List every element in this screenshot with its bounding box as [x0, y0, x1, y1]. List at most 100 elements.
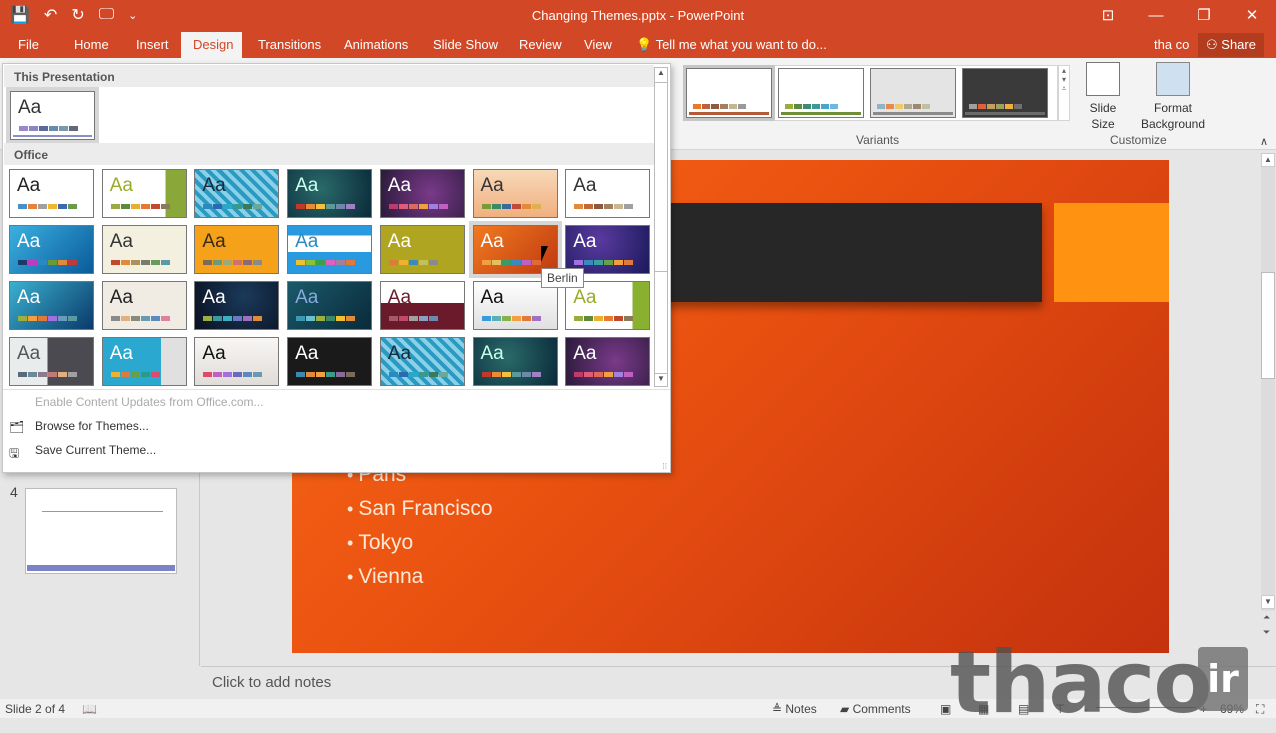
theme-aa: Aa: [573, 287, 597, 308]
theme-aa: Aa: [202, 231, 226, 252]
theme-thumbnail[interactable]: Aa: [565, 225, 651, 274]
scroll-down-icon[interactable]: ▼: [1261, 595, 1275, 609]
spell-check-icon[interactable]: 📖: [82, 702, 97, 716]
theme-aa: Aa: [17, 175, 41, 196]
theme-thumbnail[interactable]: Aa: [287, 169, 373, 218]
close-icon[interactable]: ✕: [1228, 0, 1276, 30]
bullet-item: Vienna: [347, 560, 493, 594]
theme-thumbnail[interactable]: Aa: [287, 225, 373, 274]
bullet-list[interactable]: Paris San Francisco Tokyo Vienna: [347, 458, 493, 594]
notes-pane[interactable]: Click to add notes: [201, 666, 1276, 698]
resize-grip-icon[interactable]: ⁞⁞: [663, 462, 667, 471]
browse-for-themes[interactable]: Browse for Themes...: [35, 419, 149, 433]
theme-current[interactable]: Aa: [6, 87, 99, 144]
scroll-thumb[interactable]: [1261, 272, 1275, 379]
theme-thumbnail[interactable]: Aa: [9, 281, 94, 330]
theme-thumbnail[interactable]: Aa: [9, 225, 94, 274]
share-label: Share: [1221, 37, 1256, 52]
customize-group-label: Customize: [1110, 133, 1167, 147]
theme-thumbnail[interactable]: Aa: [194, 281, 280, 330]
gallery-scrollbar[interactable]: ▲ ▼: [654, 67, 668, 387]
theme-thumbnail[interactable]: Aa: [379, 337, 465, 386]
reading-view-icon[interactable]: ▤: [1018, 702, 1029, 716]
variants-gallery: [683, 65, 1058, 121]
theme-thumbnail[interactable]: Aa: [101, 337, 187, 386]
tab-slide-show[interactable]: Slide Show: [421, 32, 510, 58]
theme-thumbnail[interactable]: Aa: [9, 337, 94, 386]
fit-to-window-icon[interactable]: ⛶: [1256, 702, 1264, 717]
variants-scroll[interactable]: ▴ ▾ ⩡: [1058, 65, 1070, 121]
theme-thumbnail[interactable]: Aa: [379, 281, 465, 330]
zoom-slider[interactable]: [1096, 707, 1196, 708]
tab-transitions[interactable]: Transitions: [246, 32, 333, 58]
tab-view[interactable]: View: [572, 32, 624, 58]
tab-home[interactable]: Home: [62, 32, 121, 58]
comments-toggle[interactable]: ▰ Comments: [840, 702, 911, 716]
theme-aa: Aa: [480, 175, 504, 196]
theme-thumbnail[interactable]: Aa: [565, 281, 651, 330]
theme-aa: Aa: [573, 175, 597, 196]
slide-size-button[interactable]: Slide Size: [1084, 62, 1122, 132]
notes-label: Notes: [785, 702, 817, 716]
tab-review[interactable]: Review: [507, 32, 574, 58]
save-current-theme[interactable]: Save Current Theme...: [35, 443, 156, 457]
notes-toggle[interactable]: ≜ Notes: [772, 702, 817, 716]
theme-thumbnail[interactable]: Aa: [101, 225, 187, 274]
tab-animations[interactable]: Animations: [332, 32, 420, 58]
user-name[interactable]: tha co: [1154, 32, 1189, 58]
tab-file[interactable]: File: [6, 32, 51, 58]
restore-icon[interactable]: ❐: [1180, 0, 1228, 30]
paint-bucket-icon: [1156, 62, 1190, 96]
watermark-suffix: ir: [1198, 647, 1248, 711]
zoom-out-button[interactable]: -: [1084, 702, 1088, 716]
theme-thumbnail[interactable]: Aa: [379, 169, 465, 218]
gallery-scroll-up-icon[interactable]: ▲: [655, 68, 667, 82]
tab-insert[interactable]: Insert: [124, 32, 181, 58]
variant-3[interactable]: [870, 68, 956, 118]
tell-me-box[interactable]: 💡 Tell me what you want to do...: [636, 32, 827, 58]
collapse-ribbon-icon[interactable]: ∧: [1260, 135, 1268, 148]
previous-slide-icon[interactable]: ⏶: [1263, 612, 1270, 623]
theme-thumbnail[interactable]: Aa: [472, 281, 558, 330]
slide-thumbnail[interactable]: [25, 488, 177, 574]
theme-thumbnail[interactable]: Aa: [472, 169, 558, 218]
ribbon-display-options-icon[interactable]: ⊡: [1084, 0, 1132, 30]
theme-thumbnail[interactable]: Aa: [287, 281, 373, 330]
tell-me-text: Tell me what you want to do...: [655, 37, 827, 52]
theme-thumbnail[interactable]: Aa: [565, 337, 651, 386]
tab-design[interactable]: Design: [181, 32, 242, 58]
vertical-scrollbar[interactable]: ▲ ▼ ⏶ ⏷: [1260, 150, 1276, 666]
theme-aa: Aa: [109, 343, 133, 364]
variant-2[interactable]: [778, 68, 864, 118]
scroll-up-icon[interactable]: ▲: [1261, 153, 1275, 167]
theme-thumbnail[interactable]: Aa: [101, 169, 187, 218]
theme-thumbnail[interactable]: Aa: [379, 225, 465, 274]
theme-aa: Aa: [387, 287, 412, 308]
gallery-scroll-thumb[interactable]: [655, 82, 667, 272]
variant-4[interactable]: [962, 68, 1048, 118]
slideshow-view-icon[interactable]: ⊤: [1055, 702, 1065, 716]
slide-size-label: Slide Size: [1089, 101, 1117, 131]
theme-aa: Aa: [18, 97, 42, 118]
gallery-scroll-down-icon[interactable]: ▼: [655, 373, 667, 387]
lightbulb-icon: 💡: [636, 37, 653, 52]
variant-1[interactable]: [683, 65, 775, 121]
bullet-item: San Francisco: [347, 492, 492, 526]
theme-thumbnail[interactable]: Aa: [287, 337, 373, 386]
theme-thumbnail[interactable]: Aa: [194, 225, 280, 274]
next-slide-icon[interactable]: ⏷: [1263, 627, 1270, 638]
theme-thumbnail[interactable]: Aa: [101, 281, 187, 330]
theme-thumbnail[interactable]: Aa: [194, 169, 280, 218]
theme-aa: Aa: [202, 287, 226, 308]
slide-sorter-icon[interactable]: ▦: [978, 702, 989, 716]
minimize-icon[interactable]: —: [1132, 0, 1180, 30]
normal-view-icon[interactable]: ▣: [940, 702, 951, 716]
theme-thumbnail[interactable]: Aa: [472, 337, 558, 386]
share-button[interactable]: ⚇ Share: [1198, 33, 1264, 57]
notes-placeholder[interactable]: Click to add notes: [212, 674, 331, 691]
format-background-button[interactable]: Format Background: [1136, 62, 1210, 132]
theme-thumbnail[interactable]: Aa: [194, 337, 280, 386]
theme-thumbnail[interactable]: Aa: [9, 169, 94, 218]
enable-content-updates: Enable Content Updates from Office.com..…: [35, 395, 264, 409]
theme-thumbnail[interactable]: Aa: [565, 169, 651, 218]
